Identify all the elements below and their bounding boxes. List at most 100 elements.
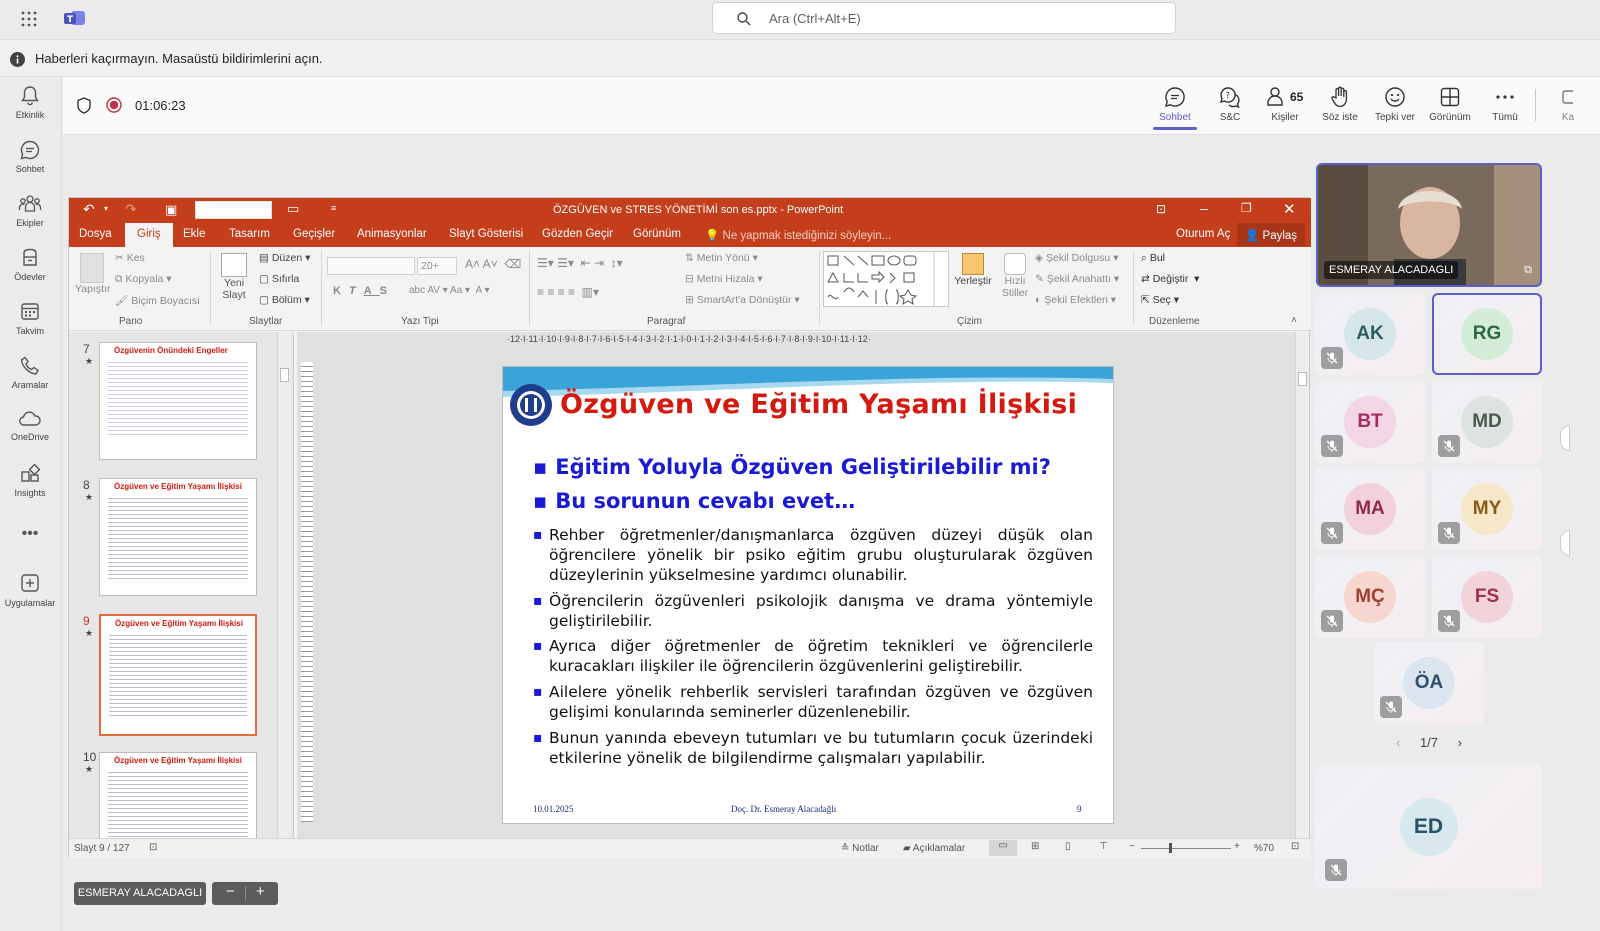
ribbon-display-icon[interactable]: ⊡ [1156,202,1166,216]
font-size-box[interactable]: 20+ [417,257,457,275]
notes-button[interactable]: ≙ Notlar [841,843,879,854]
rail-item-apps[interactable]: Uygulamalar [0,573,60,608]
tab-slideshow[interactable]: Slayt Gösterisi [449,228,523,240]
share-button[interactable]: 👤 Paylaş [1237,223,1306,246]
slideshow-start-icon[interactable]: ▣ [165,202,177,218]
scrollbar-thumb[interactable] [280,368,289,382]
rail-item-assignments[interactable]: Ödevler [0,247,60,282]
zoom-slider[interactable] [1141,848,1231,849]
sign-in-link[interactable]: Oturum Aç [1176,228,1230,240]
participant-tile[interactable]: MÇ [1315,556,1425,638]
presenter-video-tile[interactable]: ESMERAY ALACADAGLI ⧉ [1316,163,1542,287]
reset-button[interactable]: ▢ Sıfırla [259,273,299,285]
new-slide-button[interactable]: Yeni Slayt [217,253,251,301]
rail-item-onedrive[interactable]: OneDrive [0,409,60,442]
zoom-slider-thumb[interactable] [1169,843,1172,853]
text-direction-button[interactable]: ⇅ Metin Yönü ▾ [685,252,758,264]
pager-next-icon[interactable]: › [1458,735,1462,750]
participant-tile[interactable]: AK [1315,293,1425,375]
undo-dropdown-icon[interactable]: ▾ [104,204,108,213]
tab-home[interactable]: Giriş [125,223,173,247]
search-input[interactable]: Ara (Ctrl+Alt+E) [712,2,1176,34]
zoom-in-button[interactable]: + [256,883,265,900]
raise-hand-button[interactable]: Söz iste [1313,85,1367,123]
fit-slide-icon[interactable]: ⊡ [1291,841,1299,852]
view-button[interactable]: Görünüm [1423,85,1477,123]
list-buttons[interactable]: ☰▾ ☰▾ ⇤ ⇥ ↕▾ [537,256,623,270]
slide-thumbnail-7[interactable]: Özgüvenin Önündeki Engeller [99,342,257,460]
more-apps-icon[interactable]: ••• [0,525,60,543]
tab-insert[interactable]: Ekle [183,228,205,240]
participant-tile[interactable]: ÖA [1374,642,1484,724]
participant-tile-speaking[interactable]: RG [1432,293,1542,375]
slideshow-view-icon[interactable]: ⊤ [1099,841,1108,852]
tab-file[interactable]: Dosya [79,228,112,240]
rail-item-calls[interactable]: Aramalar [0,355,60,390]
zoom-out-button[interactable]: − [226,883,235,900]
undo-icon[interactable]: ↶ [83,201,95,218]
camera-button[interactable]: Ka [1541,85,1581,123]
customize-qat-icon[interactable]: ≡ [331,203,336,213]
shape-outline-button[interactable]: ✎ Şekil Anahattı ▾ [1035,273,1119,285]
quick-access-font-box[interactable] [195,201,272,219]
replace-button[interactable]: ⇄ Değiştir ▾ [1141,273,1199,285]
participant-tile[interactable]: BT [1315,381,1425,463]
zoom-in-icon[interactable]: + [1234,841,1240,852]
pager-prev-icon[interactable]: ‹ [1396,735,1400,750]
tab-animations[interactable]: Animasyonlar [357,228,427,240]
chat-button[interactable]: Sohbet [1148,85,1202,130]
zoom-level[interactable]: %70 [1254,843,1274,854]
spellcheck-icon[interactable]: ⊡ [149,842,157,853]
align-text-button[interactable]: ⊟ Metni Hizala ▾ [685,273,763,285]
section-button[interactable]: ▢ Bölüm ▾ [259,294,310,306]
slide-thumbnail-9[interactable]: Özgüven ve Eğitim Yaşamı İlişkisi [99,614,257,736]
slide-sorter-icon[interactable]: ⊞ [1031,841,1039,852]
normal-view-icon[interactable]: ▭ [989,840,1017,856]
tab-view[interactable]: Görünüm [633,228,681,240]
rail-item-teams[interactable]: Ekipler [0,193,60,228]
comments-button[interactable]: ▰ Açıklamalar [903,843,965,854]
app-launcher-icon[interactable] [20,10,38,33]
tab-transitions[interactable]: Geçişler [293,228,335,240]
current-slide[interactable]: Özgüven ve Eğitim Yaşamı İlişkisi Eğitim… [502,366,1114,824]
slide-thumbnail-10[interactable]: Özgüven ve Eğitim Yaşamı İlişkisi [99,752,257,838]
thumbnail-scrollbar[interactable] [277,332,291,838]
editor-scrollbar[interactable] [1295,332,1309,838]
select-button[interactable]: ⇱ Seç ▾ [1141,294,1179,306]
find-button[interactable]: ⌕ Bul [1141,252,1165,265]
more-button[interactable]: Tümü [1478,85,1532,123]
minimize-icon[interactable]: – [1200,200,1208,216]
edge-handle[interactable] [1560,530,1570,556]
tab-review[interactable]: Gözden Geçir [542,228,613,240]
edge-handle[interactable] [1560,425,1570,451]
shape-effects-button[interactable]: ◐ Şekil Efektleri ▾ [1035,294,1116,306]
quick-styles-button[interactable]: Hızlı Stiller [997,253,1033,299]
font-name-box[interactable] [327,257,415,275]
close-icon[interactable]: ✕ [1283,200,1296,218]
participant-tile[interactable]: MD [1432,381,1542,463]
tab-design[interactable]: Tasarım [229,228,270,240]
paste-button[interactable]: Yapıştır [75,253,110,295]
copy-button[interactable]: ⧉ Kopyala ▾ [115,273,172,286]
tell-me-box[interactable]: 💡 Ne yapmak istediğinizi söyleyin... [705,228,891,242]
participant-tile[interactable]: FS [1432,556,1542,638]
cut-button[interactable]: ✂ Kes [115,252,145,264]
rail-item-chat[interactable]: Sohbet [0,139,60,174]
people-button[interactable]: 65 Kişiler [1258,85,1312,123]
shape-fill-button[interactable]: ◈ Şekil Dolgusu ▾ [1035,252,1118,264]
layout-button[interactable]: ▤ Düzen ▾ [259,252,310,264]
zoom-out-icon[interactable]: − [1129,841,1135,852]
participant-tile[interactable]: MY [1432,468,1542,550]
react-button[interactable]: Tepki ver [1368,85,1422,123]
restore-icon[interactable]: ❐ [1241,201,1252,215]
font-format-buttons[interactable]: KTAS [333,285,395,297]
self-video-tile[interactable]: ED [1315,765,1542,889]
shapes-gallery[interactable] [823,251,949,307]
slide-thumbnail-8[interactable]: Özgüven ve Eğitim Yaşamı İlişkisi [99,478,257,596]
rail-item-insights[interactable]: Insights [0,463,60,498]
font-more-buttons[interactable]: abc AV ▾ Aa ▾ A ▾ [409,285,489,296]
rail-item-activity[interactable]: Etkinlik [0,85,60,120]
collapse-ribbon-icon[interactable]: ˄ [1291,315,1297,326]
rail-item-calendar[interactable]: Takvim [0,301,60,336]
scrollbar-thumb[interactable] [1298,372,1307,386]
